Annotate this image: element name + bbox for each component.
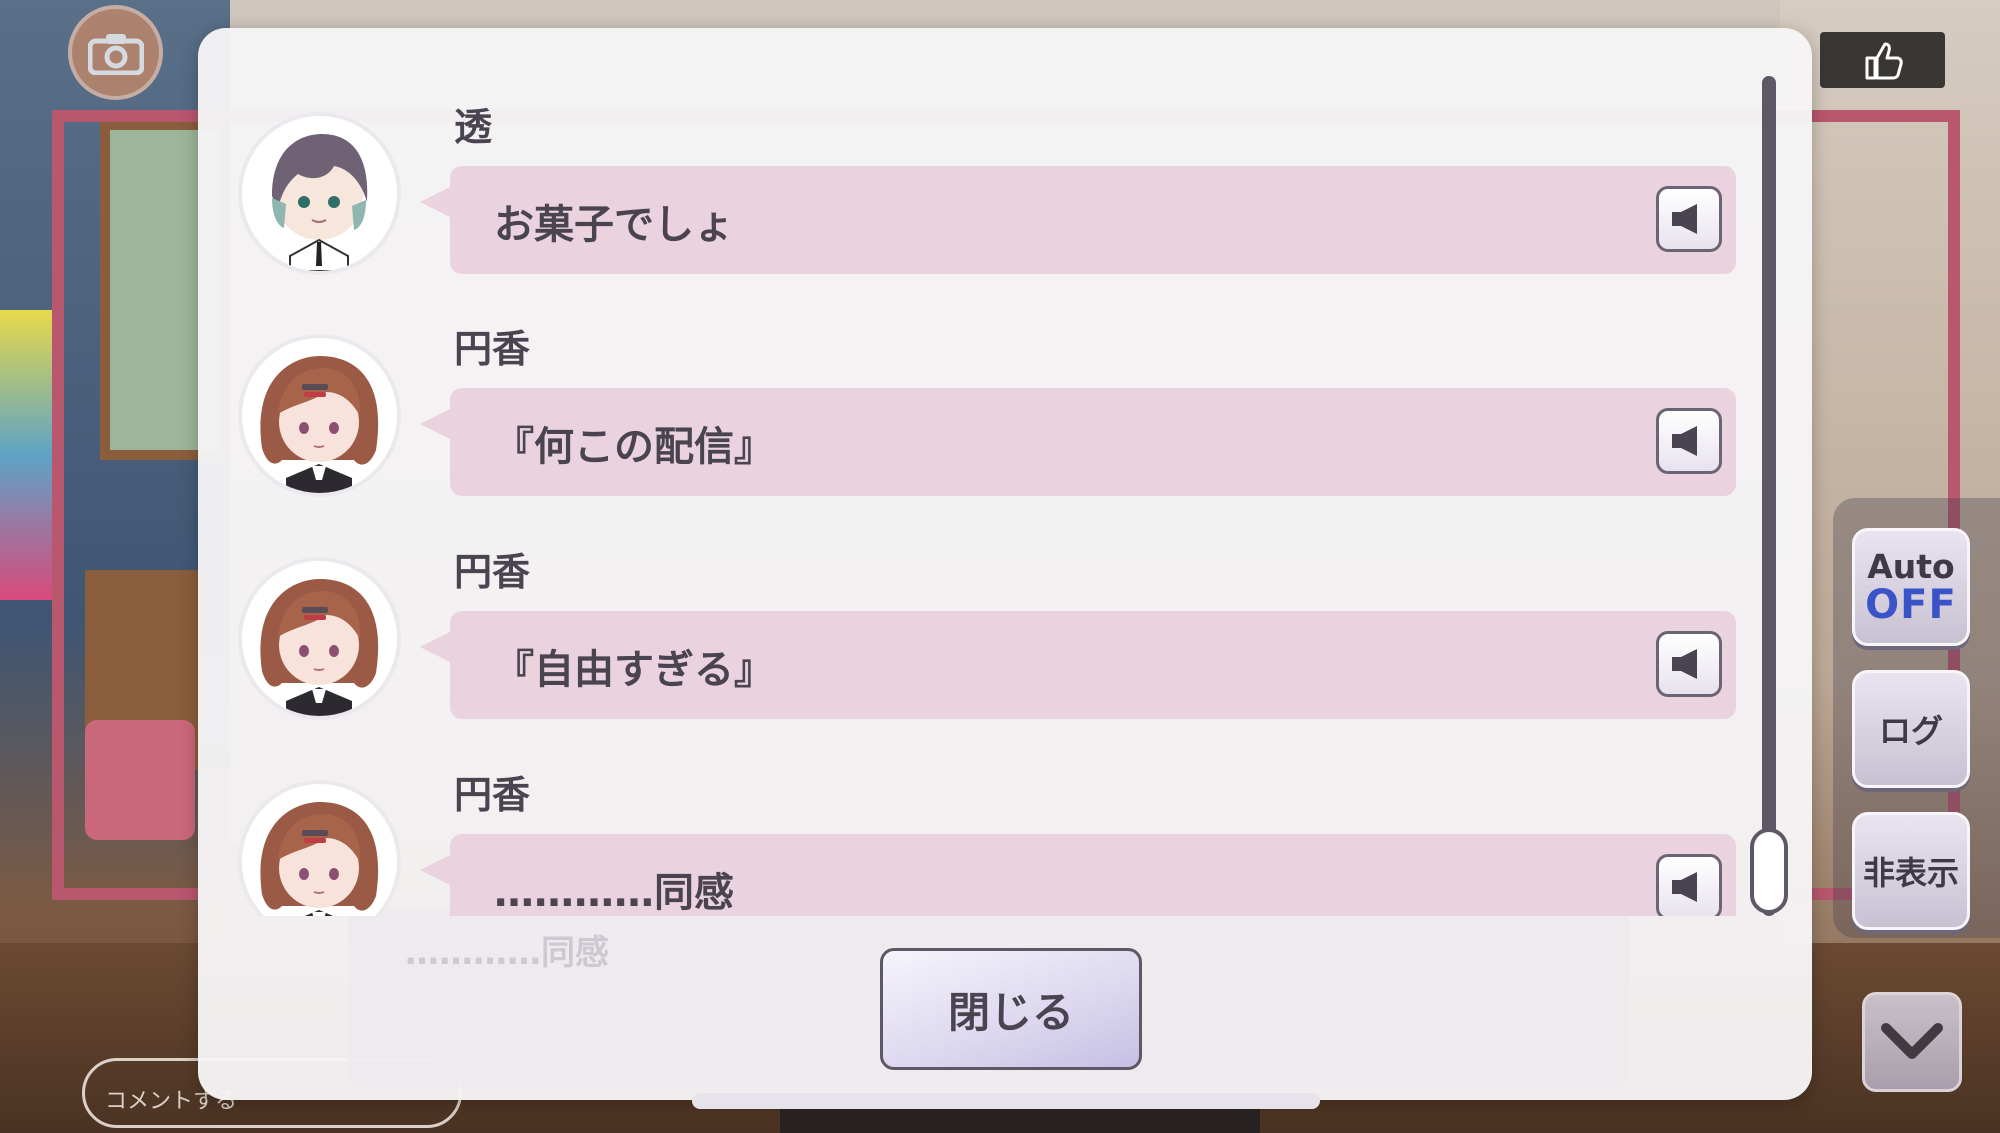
- dialogue-bubble: 『何この配信』: [420, 388, 1736, 496]
- auto-label: Auto: [1867, 546, 1955, 586]
- voice-replay-button[interactable]: [1656, 631, 1722, 697]
- log-button[interactable]: ログ: [1852, 670, 1970, 788]
- dialogue-text: 『何この配信』: [494, 424, 774, 470]
- camera-icon: [87, 33, 144, 75]
- speaker-icon: [1672, 204, 1697, 234]
- voice-replay-button[interactable]: [1656, 854, 1722, 916]
- dialogue-bubble: …………同感: [420, 834, 1736, 916]
- log-entry: 円香 …………同感: [232, 764, 1752, 916]
- voice-replay-button[interactable]: [1656, 186, 1722, 252]
- voice-replay-button[interactable]: [1656, 408, 1722, 474]
- madoka-avatar: [242, 338, 397, 493]
- speaker-name: 円香: [454, 773, 531, 817]
- dialogue-text: …………同感: [494, 870, 734, 916]
- auto-toggle-button[interactable]: Auto OFF: [1852, 528, 1970, 646]
- close-button[interactable]: 閉じる: [880, 948, 1142, 1070]
- log-entry: 円香 『何この配信』: [232, 318, 1752, 508]
- room-poster: [0, 310, 55, 600]
- auto-state: OFF: [1865, 581, 1957, 628]
- collapse-button[interactable]: [1862, 992, 1962, 1092]
- log-list[interactable]: 透 お菓子でしょ 円香 『何この配信』 円香 『自由すぎる』 円香 …………同感: [232, 86, 1752, 916]
- like-button[interactable]: [1820, 32, 1945, 88]
- speaker-name: 透: [454, 105, 493, 149]
- log-scrollbar-track[interactable]: [1762, 76, 1776, 916]
- speaker-name: 円香: [454, 327, 531, 371]
- speaker-name: 円香: [454, 550, 531, 594]
- madoka-avatar: [242, 561, 397, 716]
- dialogue-text: 『自由すぎる』: [494, 647, 774, 693]
- dialogue-bubble: お菓子でしょ: [420, 166, 1736, 274]
- speaker-icon: [1672, 649, 1697, 679]
- hide-ui-button[interactable]: 非表示: [1852, 812, 1970, 930]
- log-entry: 円香 『自由すぎる』: [232, 541, 1752, 731]
- toru-avatar: [242, 116, 397, 271]
- thumbs-up-icon: [1865, 42, 1903, 80]
- camera-button[interactable]: [68, 5, 163, 100]
- madoka-avatar: [242, 784, 397, 916]
- log-entry: 透 お菓子でしょ: [232, 96, 1752, 286]
- dialogue-bubble: 『自由すぎる』: [420, 611, 1736, 719]
- background-dialogue-text: …………同感: [405, 933, 609, 973]
- chevron-down-icon: [1881, 1023, 1943, 1059]
- speaker-icon: [1672, 872, 1697, 902]
- dialogue-text: お菓子でしょ: [494, 202, 734, 248]
- modal-bottom-edge: [692, 1093, 1320, 1109]
- speaker-icon: [1672, 426, 1697, 456]
- log-scrollbar-thumb[interactable]: [1750, 828, 1788, 914]
